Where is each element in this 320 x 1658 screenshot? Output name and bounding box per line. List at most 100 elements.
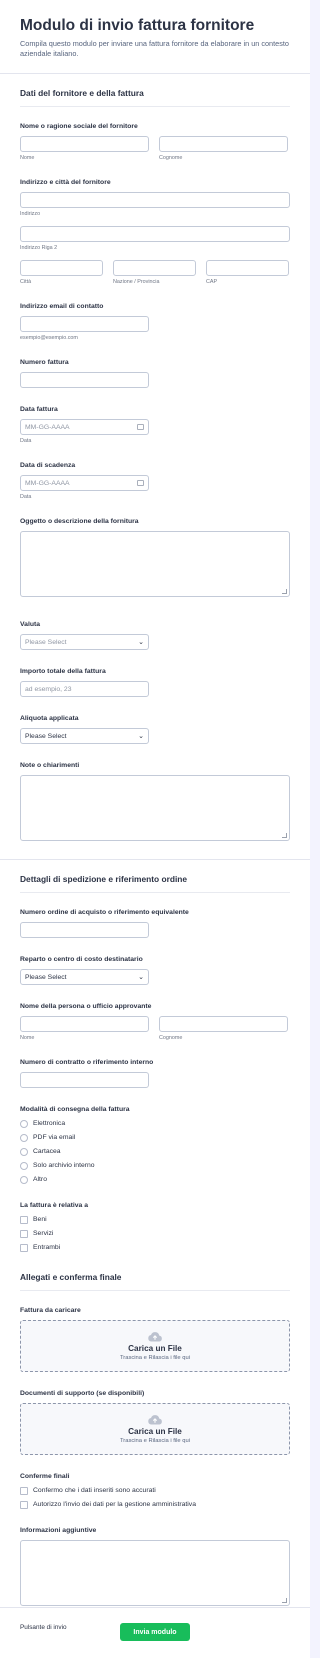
contract-input[interactable]: [20, 1072, 149, 1088]
radio-option[interactable]: Cartacea: [20, 1147, 290, 1156]
checkbox[interactable]: [20, 1486, 28, 1495]
sublabel: Nazione / Provincia: [113, 279, 160, 285]
date-placeholder: MM-GG-AAAA: [25, 479, 70, 487]
option-label: Autorizzo l'invio dei dati per la gestio…: [33, 1501, 196, 1508]
section-supplier: Dati del fornitore e della fattura Nome …: [0, 74, 310, 841]
chevron-down-icon: ⌄: [138, 733, 144, 740]
last-name-input[interactable]: [159, 136, 288, 152]
address-field: Indirizzo e città del fornitore Indirizz…: [20, 179, 290, 285]
field-label: Valuta: [20, 621, 41, 628]
checkbox-option[interactable]: Entrambi: [20, 1243, 290, 1252]
checkbox-option[interactable]: Confermo che i dati inseriti sono accura…: [20, 1486, 290, 1495]
field-label: Nome o ragione sociale del fornitore: [20, 123, 138, 130]
approver-last-input[interactable]: [159, 1016, 288, 1032]
description-textarea[interactable]: [20, 531, 290, 597]
delivery-field: Modalità di consegna della fattura Elett…: [20, 1106, 290, 1184]
confirm-field: Conferme finali Confermo che i dati inse…: [20, 1473, 290, 1509]
file-upload-dropzone[interactable]: Carica un File Trascina e Rilascia i fil…: [20, 1320, 290, 1372]
sublabel: CAP: [206, 279, 218, 285]
checkbox[interactable]: [20, 1243, 28, 1252]
due-date-input[interactable]: MM-GG-AAAA: [20, 475, 149, 491]
option-label: Solo archivio interno: [33, 1162, 95, 1169]
vat-select[interactable]: Please Select ⌄: [20, 728, 149, 744]
chevron-down-icon: ⌄: [138, 974, 144, 981]
state-input[interactable]: [113, 260, 196, 276]
invoice-number-field: Numero fattura: [20, 359, 290, 388]
radio-button[interactable]: [20, 1133, 28, 1142]
option-label: Elettronica: [33, 1120, 66, 1127]
zip-input[interactable]: [206, 260, 289, 276]
page-subtitle: Compila questo modulo per inviare una fa…: [20, 39, 289, 58]
city-input[interactable]: [20, 260, 103, 276]
resize-handle-icon[interactable]: [282, 1598, 287, 1603]
resize-handle-icon[interactable]: [282, 589, 287, 594]
support-upload-field: Documenti di supporto (se disponibili) C…: [20, 1390, 290, 1455]
upload-title: Carica un File: [128, 1427, 182, 1436]
total-input[interactable]: ad esempio, 23: [20, 681, 149, 697]
field-label: Nome della persona o ufficio approvante: [20, 1003, 152, 1010]
checkbox-option[interactable]: Servizi: [20, 1229, 290, 1238]
radio-option[interactable]: Altro: [20, 1175, 290, 1184]
supplier-name-field: Nome o ragione sociale del fornitore Nom…: [20, 123, 290, 161]
email-input[interactable]: [20, 316, 149, 332]
radio-option[interactable]: PDF via email: [20, 1133, 290, 1142]
checkbox[interactable]: [20, 1215, 28, 1224]
department-field: Reparto o centro di costo destinatario P…: [20, 956, 290, 985]
total-placeholder: ad esempio, 23: [25, 685, 72, 693]
submit-button[interactable]: Invia modulo: [120, 1623, 190, 1641]
field-label: Data di scadenza: [20, 462, 76, 469]
vat-field: Aliquota applicata Please Select ⌄: [20, 715, 290, 744]
radio-button[interactable]: [20, 1119, 28, 1128]
checkbox[interactable]: [20, 1229, 28, 1238]
radio-button[interactable]: [20, 1147, 28, 1156]
checkbox-option[interactable]: Autorizzo l'invio dei dati per la gestio…: [20, 1500, 290, 1509]
select-value: Please Select: [25, 973, 67, 981]
radio-button[interactable]: [20, 1161, 28, 1170]
first-name-input[interactable]: [20, 136, 149, 152]
radio-button[interactable]: [20, 1175, 28, 1184]
extra-info-textarea[interactable]: [20, 1540, 290, 1606]
upload-subtitle: Trascina e Rilascia i file qui: [119, 1355, 191, 1361]
po-field: Numero ordine di acquisto o riferimento …: [20, 909, 290, 938]
option-label: PDF via email: [33, 1134, 76, 1141]
field-label: Documenti di supporto (se disponibili): [20, 1390, 145, 1397]
radio-option[interactable]: Elettronica: [20, 1119, 290, 1128]
po-input[interactable]: [20, 922, 149, 938]
invoice-upload-field: Fattura da caricare Carica un File Trasc…: [20, 1307, 290, 1372]
file-upload-dropzone[interactable]: Carica un File Trascina e Rilascia i fil…: [20, 1403, 290, 1455]
page-title: Modulo di invio fattura fornitore: [20, 17, 255, 34]
resize-handle-icon[interactable]: [282, 833, 287, 838]
calendar-icon[interactable]: [137, 424, 144, 430]
field-label: Informazioni aggiuntive: [20, 1527, 97, 1534]
option-label: Servizi: [33, 1230, 54, 1237]
section-shipping: Dettagli di spedizione e riferimento ord…: [0, 859, 310, 1252]
upload-subtitle: Trascina e Rilascia i file qui: [119, 1438, 191, 1444]
address-line1-input[interactable]: [20, 192, 290, 208]
form-footer: Invia modulo: [0, 1607, 310, 1658]
relates-field: La fattura è relativa a Beni Servizi Ent…: [20, 1202, 290, 1252]
field-label: Aliquota applicata: [20, 715, 79, 722]
checkbox[interactable]: [20, 1500, 28, 1509]
field-label: La fattura è relativa a: [20, 1202, 88, 1209]
radio-option[interactable]: Solo archivio interno: [20, 1161, 290, 1170]
field-label: Fattura da caricare: [20, 1307, 81, 1314]
sublabel: Nome: [20, 155, 35, 161]
invoice-number-input[interactable]: [20, 372, 149, 388]
email-field: Indirizzo email di contatto esempio@esem…: [20, 303, 290, 341]
field-label: Indirizzo e città del fornitore: [20, 179, 111, 186]
sublabel: Nome: [20, 1035, 35, 1041]
checkbox-option[interactable]: Beni: [20, 1215, 290, 1224]
department-select[interactable]: Please Select ⌄: [20, 969, 149, 985]
notes-textarea[interactable]: [20, 775, 290, 841]
currency-select[interactable]: Please Select ⌄: [20, 634, 149, 650]
address-line2-input[interactable]: [20, 226, 290, 242]
invoice-date-input[interactable]: MM-GG-AAAA: [20, 419, 149, 435]
section-heading: Dettagli di spedizione e riferimento ord…: [20, 860, 290, 893]
calendar-icon[interactable]: [137, 480, 144, 486]
form-card: Modulo di invio fattura fornitore Compil…: [0, 0, 310, 1658]
field-label: Importo totale della fattura: [20, 668, 106, 675]
field-label: Reparto o centro di costo destinatario: [20, 956, 143, 963]
select-value: Please Select: [25, 732, 67, 740]
contract-field: Numero di contratto o riferimento intern…: [20, 1059, 290, 1088]
approver-first-input[interactable]: [20, 1016, 149, 1032]
